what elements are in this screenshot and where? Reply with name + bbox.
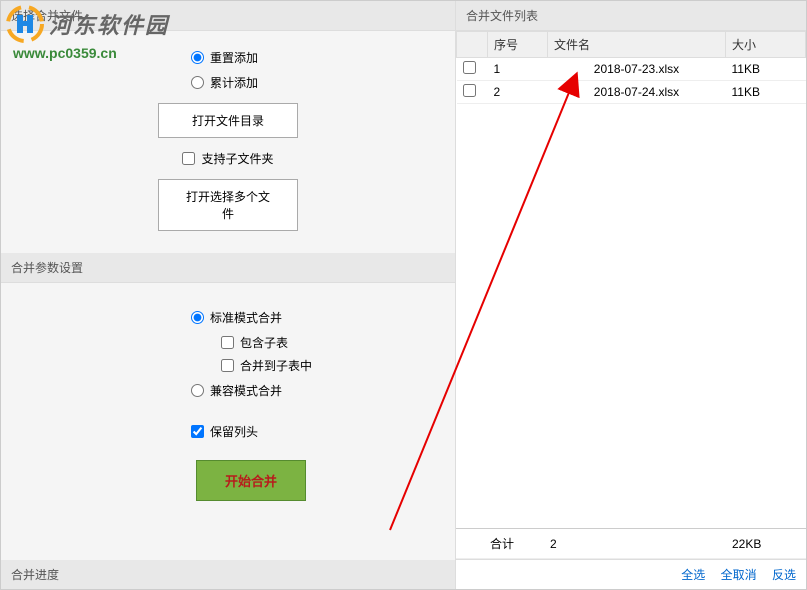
row-size: 11KB	[726, 58, 806, 81]
open-directory-button[interactable]: 打开文件目录	[158, 103, 298, 138]
total-count: 2	[544, 529, 726, 559]
right-panel: 合并文件列表 序号 文件名 大小 12018-07-23.xlsx11KB220…	[455, 1, 806, 589]
checkbox-merge-to-subtable[interactable]	[221, 359, 234, 372]
link-select-all[interactable]: 全选	[681, 568, 705, 582]
checkbox-subfolder[interactable]	[182, 152, 195, 165]
row-seq: 2	[488, 81, 548, 104]
left-panel: 选择合并文件 重置添加 累计添加 打开文件目录 支持子文件夹 打开选择多个文件 …	[1, 1, 455, 589]
total-size: 22KB	[726, 529, 806, 559]
col-size[interactable]: 大小	[726, 32, 806, 58]
checkbox-include-subtable[interactable]	[221, 336, 234, 349]
radio-compat-mode[interactable]	[191, 384, 204, 397]
total-row: 合计 2 22KB	[456, 529, 806, 559]
open-multiple-files-button[interactable]: 打开选择多个文件	[158, 179, 298, 231]
checkbox-subfolder-label: 支持子文件夹	[201, 150, 273, 167]
col-filename[interactable]: 文件名	[548, 32, 726, 58]
row-checkbox[interactable]	[463, 61, 476, 74]
table-row[interactable]: 12018-07-23.xlsx11KB	[457, 58, 806, 81]
checkbox-merge-to-subtable-label: 合并到子表中	[240, 357, 312, 374]
link-invert-selection[interactable]: 反选	[772, 568, 796, 582]
radio-reset-add-label: 重置添加	[210, 49, 258, 66]
row-seq: 1	[488, 58, 548, 81]
checkbox-include-subtable-label: 包含子表	[240, 334, 288, 351]
radio-compat-mode-label: 兼容模式合并	[210, 382, 282, 399]
radio-accumulate-add-label: 累计添加	[210, 74, 258, 91]
col-seq[interactable]: 序号	[488, 32, 548, 58]
section-progress-title: 合并进度	[1, 560, 455, 589]
row-filename: 2018-07-23.xlsx	[548, 58, 726, 81]
checkbox-keep-header[interactable]	[191, 425, 204, 438]
total-label: 合计	[484, 529, 544, 559]
link-deselect-all[interactable]: 全取消	[721, 568, 757, 582]
radio-standard-mode-label: 标准模式合并	[210, 309, 282, 326]
row-filename: 2018-07-24.xlsx	[548, 81, 726, 104]
table-row[interactable]: 22018-07-24.xlsx11KB	[457, 81, 806, 104]
col-checkbox[interactable]	[457, 32, 488, 58]
row-size: 11KB	[726, 81, 806, 104]
radio-reset-add[interactable]	[191, 51, 204, 64]
start-merge-button[interactable]: 开始合并	[196, 460, 306, 501]
section-select-files-title: 选择合并文件	[1, 1, 455, 31]
radio-standard-mode[interactable]	[191, 311, 204, 324]
section-merge-params-title: 合并参数设置	[1, 253, 455, 283]
file-list-table: 序号 文件名 大小 12018-07-23.xlsx11KB22018-07-2…	[456, 31, 806, 104]
row-checkbox[interactable]	[463, 84, 476, 97]
radio-accumulate-add[interactable]	[191, 76, 204, 89]
checkbox-keep-header-label: 保留列头	[210, 423, 258, 440]
selection-links: 全选 全取消 反选	[456, 559, 806, 589]
file-list-title: 合并文件列表	[456, 1, 806, 31]
